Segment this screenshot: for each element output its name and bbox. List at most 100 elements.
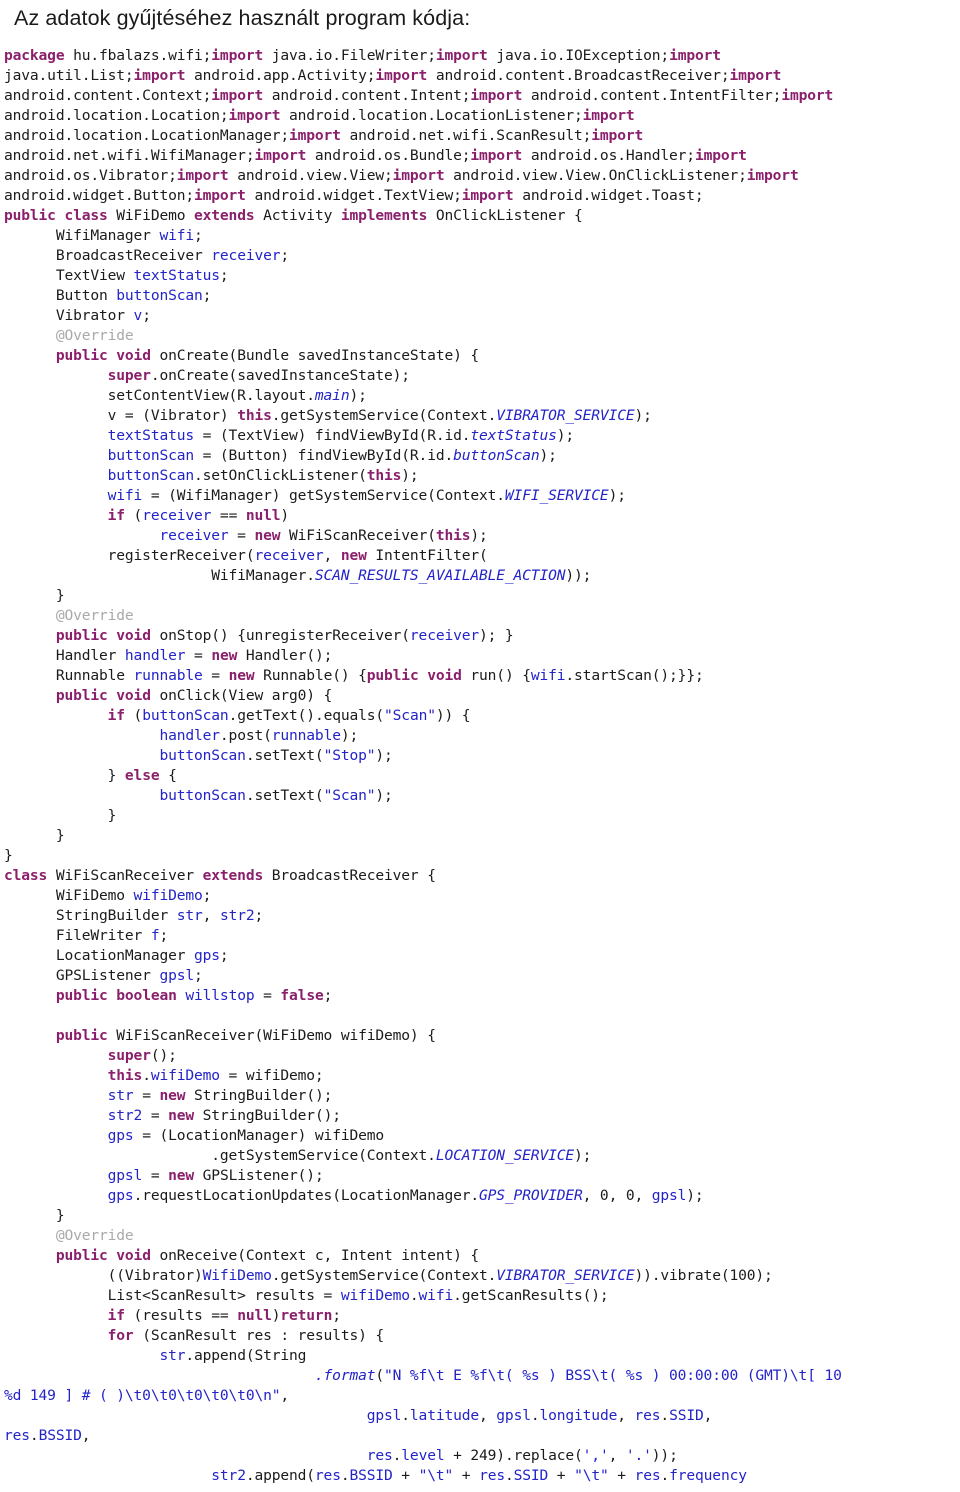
code-token: android.view.View; <box>228 167 393 184</box>
code-line: Vibrator v; <box>0 306 960 326</box>
code-token: "\t" <box>418 1467 454 1484</box>
code-token: ; <box>194 967 203 984</box>
code-token: res <box>634 1407 661 1424</box>
code-token: } <box>4 807 117 824</box>
code-token: this <box>366 467 402 484</box>
code-line: TextView textStatus; <box>0 266 960 286</box>
code-line: @Override <box>0 1226 960 1246</box>
code-token: ); <box>634 407 652 424</box>
code-line: %d 149 ] # ( )\t0\t0\t0\t0\t0\n", <box>0 1386 960 1406</box>
code-line: WifiManager.SCAN_RESULTS_AVAILABLE_ACTIO… <box>0 566 960 586</box>
code-token: .getScanResults(); <box>453 1287 609 1304</box>
code-token: false <box>280 987 324 1004</box>
code-token: return <box>280 1307 333 1324</box>
code-line: super(); <box>0 1046 960 1066</box>
code-token: res <box>479 1467 505 1484</box>
code-token: str <box>107 1087 134 1104</box>
code-token: handler <box>159 727 220 744</box>
code-token: , 0, 0, <box>582 1187 652 1204</box>
code-token: .setText( <box>245 747 324 764</box>
code-token: } <box>4 587 65 604</box>
code-token: ); } <box>479 627 514 644</box>
code-token: SSID <box>513 1467 549 1484</box>
code-token: new <box>340 547 367 564</box>
code-token: ( <box>124 707 143 724</box>
code-token: gpsl <box>107 1167 143 1184</box>
code-token: VIBRATOR_SERVICE <box>496 1267 635 1284</box>
code-token: (ScanResult res : results) { <box>133 1327 385 1344</box>
code-token: . <box>142 1067 151 1084</box>
code-line: android.content.Context;import android.c… <box>0 86 960 106</box>
code-token: + <box>453 1467 480 1484</box>
code-token: buttonScan <box>159 747 246 764</box>
code-token: ); <box>349 387 367 404</box>
code-line: android.net.wifi.WifiManager;import andr… <box>0 146 960 166</box>
code-token: .onCreate(savedInstanceState); <box>150 367 410 384</box>
code-line: if (receiver == null) <box>0 506 960 526</box>
code-token: str2 <box>107 1107 143 1124</box>
code-token: wifi <box>107 487 143 504</box>
code-token: else <box>124 767 160 784</box>
code-token: } <box>4 847 13 864</box>
code-token: .append( <box>245 1467 315 1484</box>
code-token: receiver <box>211 247 281 264</box>
code-token: VIBRATOR_SERVICE <box>496 407 635 424</box>
code-token: )); <box>565 567 592 584</box>
code-line: res.BSSID, <box>0 1426 960 1446</box>
code-token: = <box>202 667 229 684</box>
code-token: new <box>211 647 238 664</box>
code-token: .format <box>314 1367 376 1384</box>
code-token: + <box>392 1467 419 1484</box>
code-token: public void <box>55 687 151 704</box>
code-line: public void onCreate(Bundle savedInstanc… <box>0 346 960 366</box>
code-token: runnable <box>271 727 341 744</box>
code-token: ); <box>608 487 626 504</box>
code-token: ; <box>159 927 169 944</box>
code-line: FileWriter f; <box>0 926 960 946</box>
code-line: } else { <box>0 766 960 786</box>
code-token: Runnable <box>4 667 134 684</box>
code-token: ; <box>323 987 333 1004</box>
code-token: )) { <box>435 707 471 724</box>
code-line: public class WiFiDemo extends Activity i… <box>0 206 960 226</box>
code-token: this <box>237 407 272 424</box>
code-token: .setOnClickListener( <box>194 467 367 484</box>
code-token: SCAN_RESULTS_AVAILABLE_ACTION <box>314 567 566 584</box>
code-token: android.location.LocationListener; <box>280 107 583 124</box>
code-token: ); <box>375 787 393 804</box>
code-listing: package hu.fbalazs.wifi;import java.io.F… <box>0 46 960 1486</box>
code-line: buttonScan.setText("Scan"); <box>0 786 960 806</box>
code-token: StringBuilder(); <box>185 1087 333 1104</box>
code-token: android.content.Intent; <box>263 87 471 104</box>
code-token: res <box>314 1467 341 1484</box>
code-token: ; <box>332 1307 341 1324</box>
code-token: package <box>4 47 65 64</box>
code-token: GPS_PROVIDER <box>479 1187 583 1204</box>
code-token: buttonScan <box>107 447 195 464</box>
code-token: "\t" <box>574 1467 609 1484</box>
code-line: public boolean willstop = false; <box>0 986 960 1006</box>
code-token: if <box>107 1307 125 1324</box>
code-token: main <box>314 387 350 404</box>
code-token: , <box>479 1407 497 1424</box>
code-token: .getSystemService(Context. <box>271 1267 497 1284</box>
code-token: v = (Vibrator) <box>4 407 238 424</box>
code-line: gpsl.latitude, gpsl.longitude, res.SSID, <box>0 1406 960 1426</box>
code-token: , <box>608 1447 626 1464</box>
code-token: , <box>323 547 341 564</box>
code-token: android.os.Vibrator; <box>4 167 177 184</box>
code-token: android.net.wifi.WifiManager; <box>4 147 255 164</box>
code-token: receiver <box>142 507 212 524</box>
code-token: setContentView(R.layout. <box>4 387 315 404</box>
code-token: IntentFilter( <box>366 547 488 564</box>
code-token: str <box>176 907 203 924</box>
